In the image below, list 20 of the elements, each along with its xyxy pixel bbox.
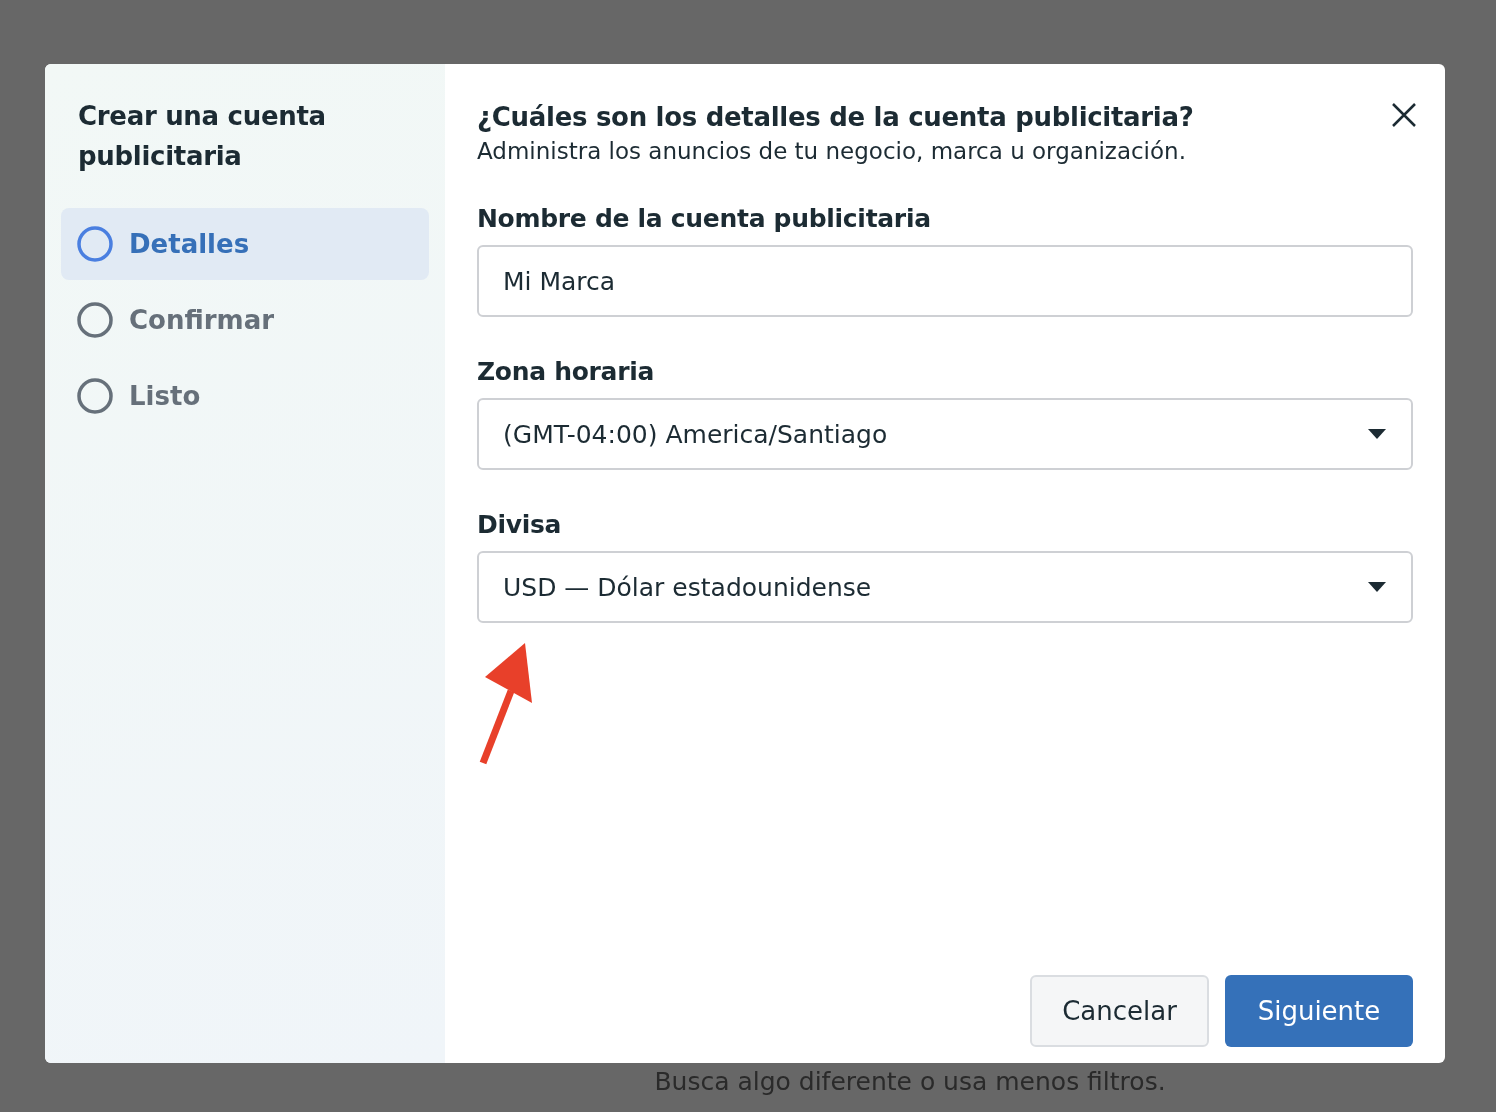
field-label: Nombre de la cuenta publicitaria: [477, 204, 932, 233]
input-field[interactable]: Mi Marca: [477, 245, 1413, 317]
circle-icon: [77, 226, 113, 262]
sidebar-title: Crear una cuenta publicitaria: [78, 100, 327, 173]
field-label: Divisa: [477, 510, 563, 539]
circle-icon: [77, 302, 113, 338]
dialog-title: ¿Cuáles son los detalles de la cuenta publicitaria?: [477, 101, 1194, 134]
background-text: Busca algo diferente o usa menos filtros.: [654, 1067, 1166, 1096]
dialog-subtitle: Administra los anuncios de tu negocio, marca u organización.: [477, 138, 1187, 164]
step-item[interactable]: Detalles: [61, 208, 429, 280]
dropdown-field[interactable]: USD — Dólar estadounidense: [477, 551, 1413, 623]
caret-icon: [1367, 581, 1387, 593]
cancel-button[interactable]: Cancelar: [1030, 975, 1209, 1047]
field-label: Zona horaria: [477, 357, 655, 386]
dropdown-field[interactable]: (GMT-04:00) America/Santiago: [477, 398, 1413, 470]
next-button[interactable]: Siguiente: [1225, 975, 1413, 1047]
step-item[interactable]: Confirmar: [61, 284, 429, 356]
caret-icon: [1367, 428, 1387, 440]
circle-icon: [77, 378, 113, 414]
step-item[interactable]: Listo: [61, 360, 429, 432]
